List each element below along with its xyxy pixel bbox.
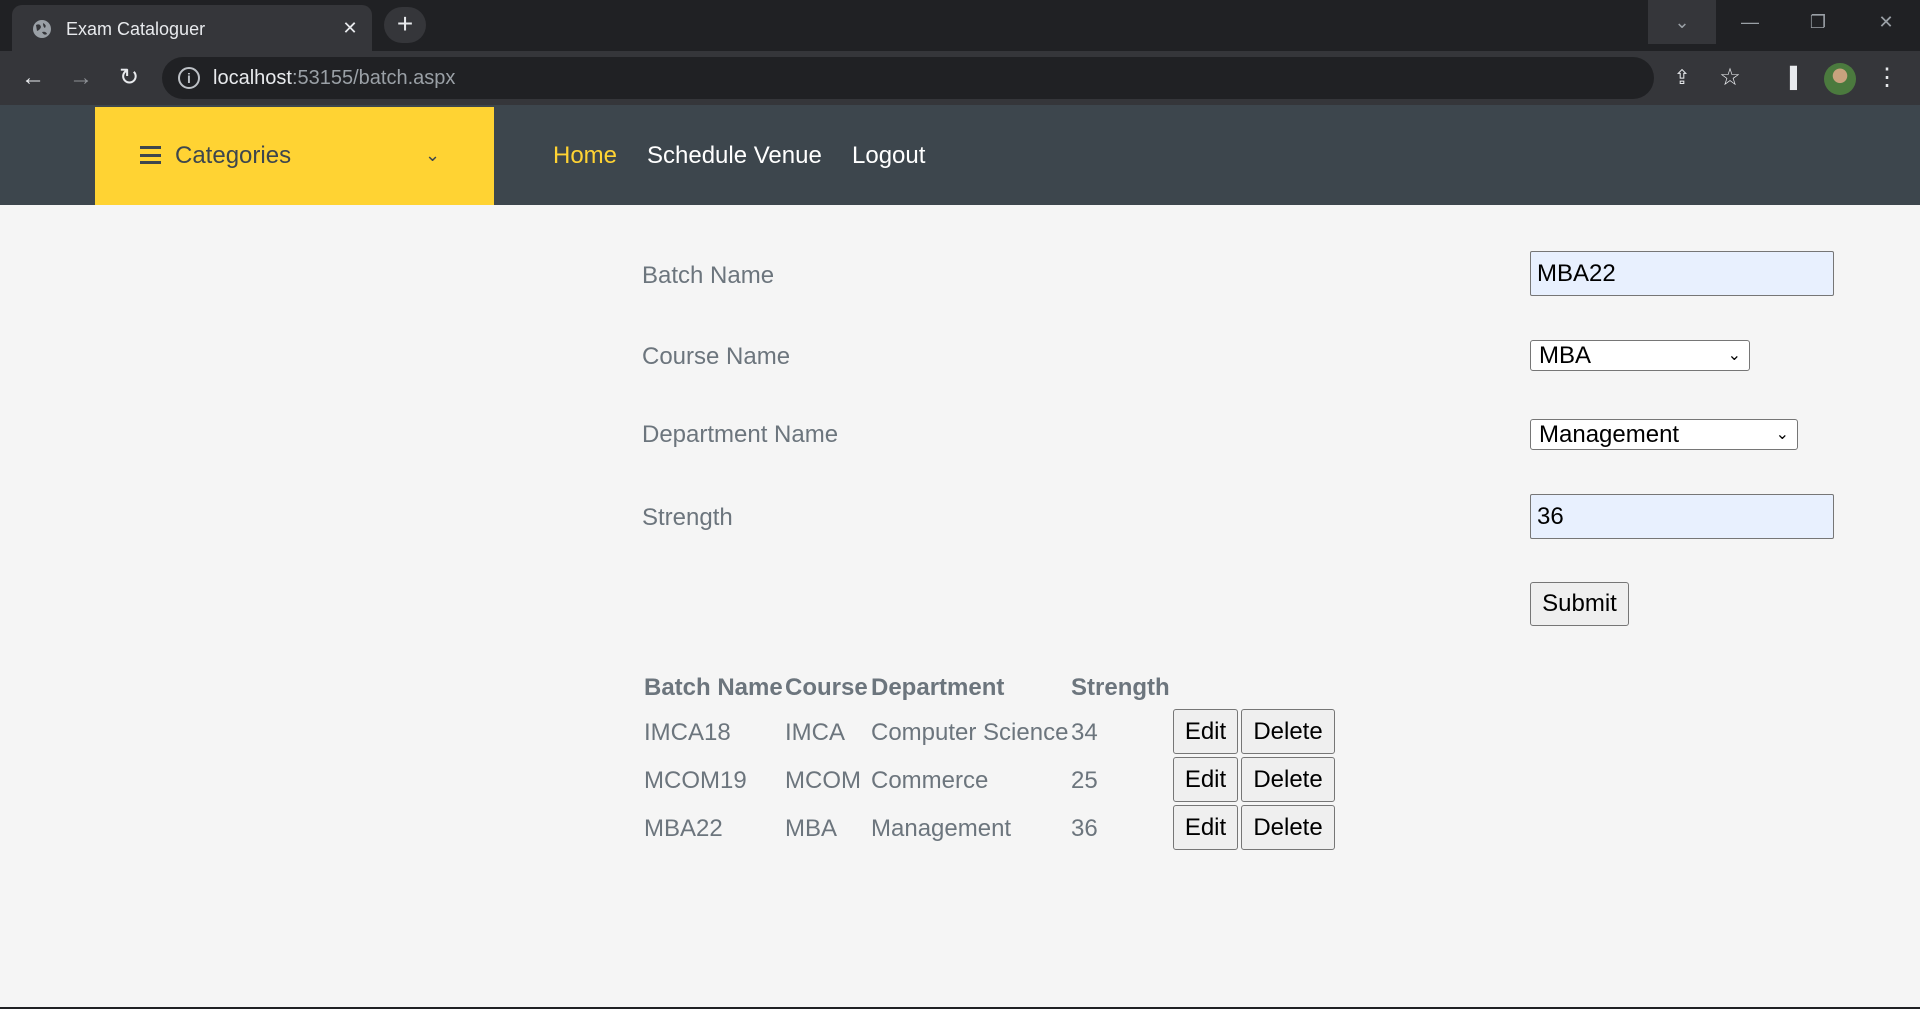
nav-home-link[interactable]: Home xyxy=(553,142,617,170)
department-name-label: Department Name xyxy=(642,421,839,448)
side-panel-icon[interactable]: ▐ xyxy=(1775,63,1805,93)
batch-name-input[interactable] xyxy=(1530,251,1834,296)
profile-avatar[interactable] xyxy=(1824,63,1856,95)
restore-icon[interactable]: ❐ xyxy=(1784,0,1852,44)
bookmark-star-icon[interactable]: ☆ xyxy=(1715,63,1745,93)
cell-strength: 25 xyxy=(1071,767,1098,794)
course-name-label: Course Name xyxy=(642,343,791,370)
course-name-select[interactable]: MBA ⌄ xyxy=(1530,340,1750,371)
cell-course: MCOM xyxy=(785,767,861,794)
hamburger-icon xyxy=(140,146,161,164)
department-name-selected: Management xyxy=(1539,421,1680,448)
course-name-selected: MBA xyxy=(1539,342,1592,369)
browser-tab-strip: Exam Cataloguer ✕ + ⌄ — ❐ ✕ xyxy=(0,0,1920,51)
cell-department: Commerce xyxy=(871,767,989,794)
reload-icon[interactable]: ↻ xyxy=(114,63,144,93)
back-arrow-icon[interactable]: ← xyxy=(18,63,48,93)
delete-button[interactable]: Delete xyxy=(1241,709,1335,754)
delete-button[interactable]: Delete xyxy=(1241,757,1335,802)
chevron-down-icon: ⌄ xyxy=(1775,426,1789,443)
site-navbar: Categories ⌄ Home Schedule Venue Logout xyxy=(0,105,1920,205)
batch-name-label: Batch Name xyxy=(642,262,775,289)
url-text[interactable]: localhost:53155/batch.aspx xyxy=(213,67,455,90)
edit-button[interactable]: Edit xyxy=(1173,757,1238,802)
cell-strength: 34 xyxy=(1071,719,1098,746)
delete-button[interactable]: Delete xyxy=(1241,805,1335,850)
cell-course: IMCA xyxy=(785,719,845,746)
tab-search-icon[interactable]: ⌄ xyxy=(1648,0,1716,44)
cell-batch: MBA22 xyxy=(644,815,723,842)
more-options-icon[interactable]: ⋮ xyxy=(1872,63,1902,93)
strength-input[interactable] xyxy=(1530,494,1834,539)
cell-batch: IMCA18 xyxy=(644,719,731,746)
submit-button[interactable]: Submit xyxy=(1530,582,1629,626)
categories-toggle[interactable]: Categories ⌄ xyxy=(95,107,494,205)
categories-label: Categories xyxy=(175,142,292,169)
edit-button[interactable]: Edit xyxy=(1173,805,1238,850)
department-name-select[interactable]: Management ⌄ xyxy=(1530,419,1798,450)
chevron-down-icon: ⌄ xyxy=(425,145,441,165)
cell-course: MBA xyxy=(785,815,838,842)
browser-tab[interactable]: Exam Cataloguer ✕ xyxy=(12,5,372,51)
close-tab-icon[interactable]: ✕ xyxy=(338,16,362,40)
edit-button[interactable]: Edit xyxy=(1173,709,1238,754)
url-host: localhost xyxy=(213,67,292,89)
col-header-department: Department xyxy=(871,674,1005,701)
col-header-batch-name: Batch Name xyxy=(644,674,783,701)
col-header-strength: Strength xyxy=(1071,674,1170,701)
browser-toolbar: ← → ↻ i localhost:53155/batch.aspx ⇪ ☆ ▐… xyxy=(0,51,1920,105)
cell-batch: MCOM19 xyxy=(644,767,747,794)
minimize-icon[interactable]: — xyxy=(1716,0,1784,44)
col-header-course: Course xyxy=(785,674,868,701)
forward-arrow-icon[interactable]: → xyxy=(66,63,96,93)
address-bar[interactable]: i localhost:53155/batch.aspx xyxy=(162,57,1654,99)
chevron-down-icon: ⌄ xyxy=(1727,347,1741,364)
cell-department: Management xyxy=(871,815,1012,842)
close-window-icon[interactable]: ✕ xyxy=(1852,0,1920,44)
tab-title: Exam Cataloguer xyxy=(66,19,206,39)
cell-department: Computer Science xyxy=(871,719,1069,746)
share-icon[interactable]: ⇪ xyxy=(1667,63,1697,93)
cell-strength: 36 xyxy=(1071,815,1098,842)
strength-label: Strength xyxy=(642,504,733,531)
nav-schedule-venue-link[interactable]: Schedule Venue xyxy=(647,142,822,170)
site-info-icon[interactable]: i xyxy=(178,67,200,89)
url-path: :53155/batch.aspx xyxy=(291,67,456,89)
nav-logout-link[interactable]: Logout xyxy=(852,142,925,170)
globe-icon xyxy=(33,20,51,38)
new-tab-button[interactable]: + xyxy=(384,7,426,43)
